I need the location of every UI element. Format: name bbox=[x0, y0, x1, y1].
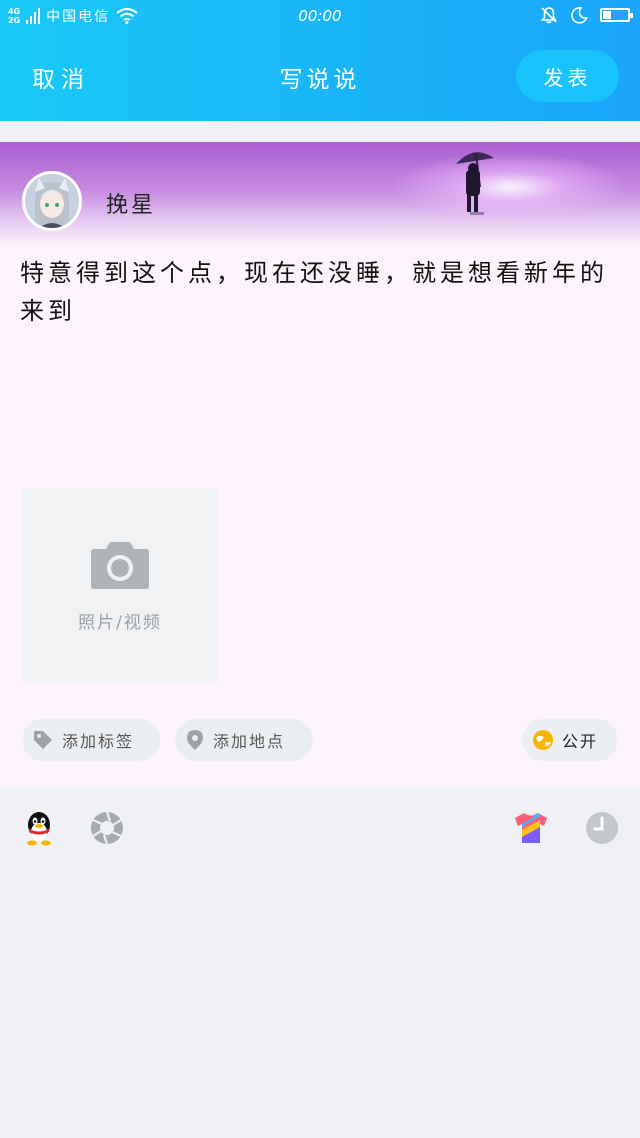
app-header: 4G 2G 中国电信 00:00 取消 写说说 发表 bbox=[0, 0, 640, 121]
add-photo-label: 照片/视频 bbox=[78, 613, 162, 633]
add-location-label: 添加地点 bbox=[213, 732, 286, 751]
mute-bell-icon bbox=[540, 7, 558, 24]
banner-glow bbox=[390, 152, 630, 222]
publish-button[interactable]: 发表 bbox=[516, 50, 619, 102]
moon-icon bbox=[571, 7, 588, 24]
battery-level bbox=[603, 11, 612, 19]
aperture-icon[interactable] bbox=[89, 810, 125, 846]
add-tag-label: 添加标签 bbox=[62, 732, 135, 751]
battery-icon bbox=[600, 8, 633, 22]
username: 挽星 bbox=[106, 193, 157, 218]
globe-public-icon bbox=[533, 730, 553, 750]
add-location-button[interactable]: 添加地点 bbox=[175, 719, 313, 761]
post-text-input[interactable]: 特意得到这个点，现在还没睡，就是想看新年的来到 bbox=[20, 254, 625, 330]
post-editor: 挽星 特意得到这个点，现在还没睡，就是想看新年的来到 照片/视频 添加标签 添加… bbox=[0, 142, 640, 787]
clock-icon[interactable] bbox=[584, 810, 620, 846]
status-right bbox=[540, 6, 633, 24]
qq-penguin-icon[interactable] bbox=[21, 810, 57, 846]
theme-shirt-icon[interactable] bbox=[513, 810, 549, 846]
profile-banner bbox=[0, 142, 640, 247]
nav-bar: 取消 写说说 发表 bbox=[0, 40, 640, 112]
bottom-toolbar bbox=[0, 787, 640, 867]
privacy-label: 公开 bbox=[562, 732, 599, 751]
privacy-button[interactable]: 公开 bbox=[522, 719, 618, 761]
tag-icon bbox=[34, 731, 52, 749]
camera-icon bbox=[91, 542, 149, 589]
status-bar: 4G 2G 中国电信 00:00 bbox=[0, 0, 640, 32]
add-tag-button[interactable]: 添加标签 bbox=[22, 719, 160, 761]
avatar-image bbox=[25, 174, 79, 228]
add-photo-button[interactable]: 照片/视频 bbox=[22, 488, 218, 684]
avatar[interactable] bbox=[22, 171, 82, 231]
umbrella-figure-icon bbox=[456, 152, 494, 215]
location-pin-icon bbox=[187, 730, 203, 750]
